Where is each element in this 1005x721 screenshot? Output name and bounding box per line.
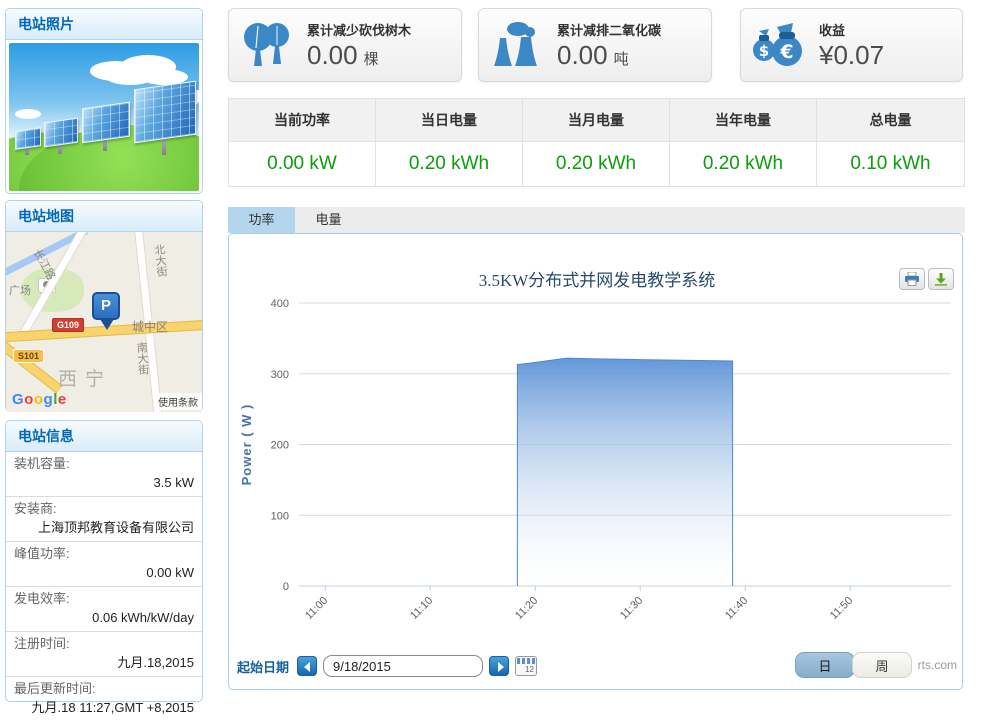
col-monthly-energy: 当月电量 — [523, 99, 670, 142]
x-tick-label: 11:00 — [303, 595, 330, 622]
station-photo-panel: 电站照片 — [5, 8, 203, 194]
map-terms-link[interactable]: 使用条款 — [154, 393, 202, 410]
stat-card-text: 累计减排二氧化碳 0.00吨 — [557, 20, 661, 71]
y-axis-title: Power ( W ) — [239, 404, 254, 486]
stat-title: 收益 — [819, 20, 890, 39]
summary-table-values: 0.00 kW 0.20 kWh 0.20 kWh 0.20 kWh 0.10 … — [229, 142, 964, 186]
eco-stats-row: 累计减少砍伐树木 0.00棵 累计减排二氧化碳 0.00吨 — [228, 8, 965, 82]
stat-value: 0.00吨 — [557, 40, 661, 71]
highway-badge-s101: S101 — [13, 349, 44, 363]
chart-tabs: 功率 电量 — [228, 207, 965, 233]
col-daily-energy: 当日电量 — [376, 99, 523, 142]
x-tick-label: 11:50 — [828, 595, 855, 622]
stat-card-text: 累计减少砍伐树木 0.00棵 — [307, 20, 411, 71]
yearly-energy-value: 0.20 kWh — [670, 142, 817, 186]
col-yearly-energy: 当年电量 — [670, 99, 817, 142]
highway-badge-g109: G109 — [52, 318, 84, 332]
solar-panel-shape — [44, 118, 78, 148]
range-toggle: 日 周 — [795, 652, 912, 678]
google-logo: Google — [12, 391, 67, 408]
stat-title: 累计减少砍伐树木 — [307, 20, 411, 39]
svg-text:$: $ — [759, 42, 769, 60]
station-map-panel: 电站地图 长江路 北大街 南大街 城中区 广场 西宁 G109 S101 P G… — [5, 200, 203, 412]
map-highway — [6, 336, 63, 393]
start-date-input[interactable] — [323, 655, 483, 677]
calendar-top-strip — [517, 658, 535, 664]
x-tick-label: 11:40 — [723, 595, 750, 622]
x-tick-label: 11:20 — [513, 595, 540, 622]
x-tick-label: 11:10 — [408, 595, 435, 622]
photo-panel-title: 电站照片 — [6, 9, 202, 40]
next-day-button[interactable] — [489, 656, 509, 676]
solar-panel-shape — [134, 81, 196, 144]
info-row-peak-power: 峰值功率: 0.00 kW — [6, 542, 202, 587]
col-current-power: 当前功率 — [229, 99, 376, 142]
info-panel-title: 电站信息 — [6, 421, 202, 452]
col-total-energy: 总电量 — [817, 99, 964, 142]
area-series[interactable] — [517, 358, 732, 586]
map-city-label: 西宁 — [58, 364, 112, 391]
range-week-button[interactable]: 周 — [852, 652, 912, 678]
station-info-panel: 电站信息 装机容量: 3.5 kW 安装商: 上海顶邦教育设备有限公司 峰值功率… — [5, 420, 203, 702]
map-marker-tail — [100, 319, 114, 330]
info-row-last-update: 最后更新时间: 九月.18 11:27,GMT +8,2015 — [6, 677, 202, 721]
y-tick-label: 100 — [271, 510, 289, 522]
daily-energy-value: 0.20 kWh — [376, 142, 523, 186]
cloud-shape — [104, 65, 156, 85]
info-row-registered: 注册时间: 九月.18,2015 — [6, 632, 202, 677]
monthly-energy-value: 0.20 kWh — [523, 142, 670, 186]
stat-card-text: 收益 ¥0.07 — [819, 20, 890, 71]
calendar-day-number: 12 — [525, 665, 534, 674]
print-chart-button[interactable] — [899, 268, 925, 290]
map-district-label: 城中区 — [132, 318, 168, 335]
calendar-icon[interactable]: 12 — [515, 656, 537, 676]
start-date-label: 起始日期 — [237, 657, 289, 676]
start-date-bar: 起始日期 12 — [237, 655, 537, 677]
map-square-label: 广场 — [9, 282, 31, 298]
total-energy-value: 0.10 kWh — [817, 142, 964, 186]
y-tick-label: 200 — [271, 440, 289, 452]
stat-card-trees: 累计减少砍伐树木 0.00棵 — [228, 8, 462, 82]
cooling-towers-icon — [479, 20, 557, 70]
info-row-efficiency: 发电效率: 0.06 kWh/kW/day — [6, 587, 202, 632]
stat-value: ¥0.07 — [819, 40, 890, 71]
svg-text:€: € — [779, 41, 793, 63]
download-icon — [934, 272, 948, 286]
watermark: rts.com — [918, 658, 957, 672]
chart-export-buttons — [899, 268, 954, 290]
chart-panel: 0 100 200 300 400 11:00 11:10 11:20 11:30 11:40 11… — [228, 233, 963, 690]
trees-icon — [229, 20, 307, 70]
printer-icon — [904, 272, 920, 286]
station-map[interactable]: 长江路 北大街 南大街 城中区 广场 西宁 G109 S101 P Google… — [6, 232, 202, 412]
stat-value: 0.00棵 — [307, 40, 411, 71]
info-row-installer: 安装商: 上海顶邦教育设备有限公司 — [6, 497, 202, 542]
stat-title: 累计减排二氧化碳 — [557, 20, 661, 39]
tab-power[interactable]: 功率 — [228, 207, 295, 233]
chart-title: 3.5KW分布式并网发电教学系统 — [479, 271, 716, 290]
map-marker[interactable]: P — [92, 292, 120, 320]
map-panel-title: 电站地图 — [6, 201, 202, 232]
stat-card-revenue: $ € 收益 ¥0.07 — [740, 8, 963, 82]
map-road-label: 北大街 — [150, 243, 169, 277]
stat-card-co2: 累计减排二氧化碳 0.00吨 — [478, 8, 712, 82]
y-tick-label: 400 — [271, 298, 289, 310]
money-bags-icon: $ € — [741, 19, 819, 71]
current-power-value: 0.00 kW — [229, 142, 376, 186]
range-day-button[interactable]: 日 — [795, 652, 855, 678]
solar-panel-shape — [15, 127, 41, 150]
prev-day-button[interactable] — [297, 656, 317, 676]
y-tick-label: 0 — [283, 581, 289, 593]
y-tick-label: 300 — [271, 369, 289, 381]
x-tick-label: 11:30 — [618, 595, 645, 622]
download-chart-button[interactable] — [928, 268, 954, 290]
energy-summary-table: 当前功率 当日电量 当月电量 当年电量 总电量 0.00 kW 0.20 kWh… — [228, 98, 965, 187]
info-row-capacity: 装机容量: 3.5 kW — [6, 452, 202, 497]
station-photo — [9, 43, 199, 191]
solar-panel-shape — [82, 102, 130, 144]
tab-energy[interactable]: 电量 — [295, 207, 362, 233]
map-road-label: 南大街 — [133, 341, 151, 375]
power-chart[interactable]: 0 100 200 300 400 11:00 11:10 11:20 11:30 11:40 11… — [229, 234, 962, 634]
summary-table-header: 当前功率 当日电量 当月电量 当年电量 总电量 — [229, 99, 964, 142]
cloud-shape — [15, 109, 41, 119]
